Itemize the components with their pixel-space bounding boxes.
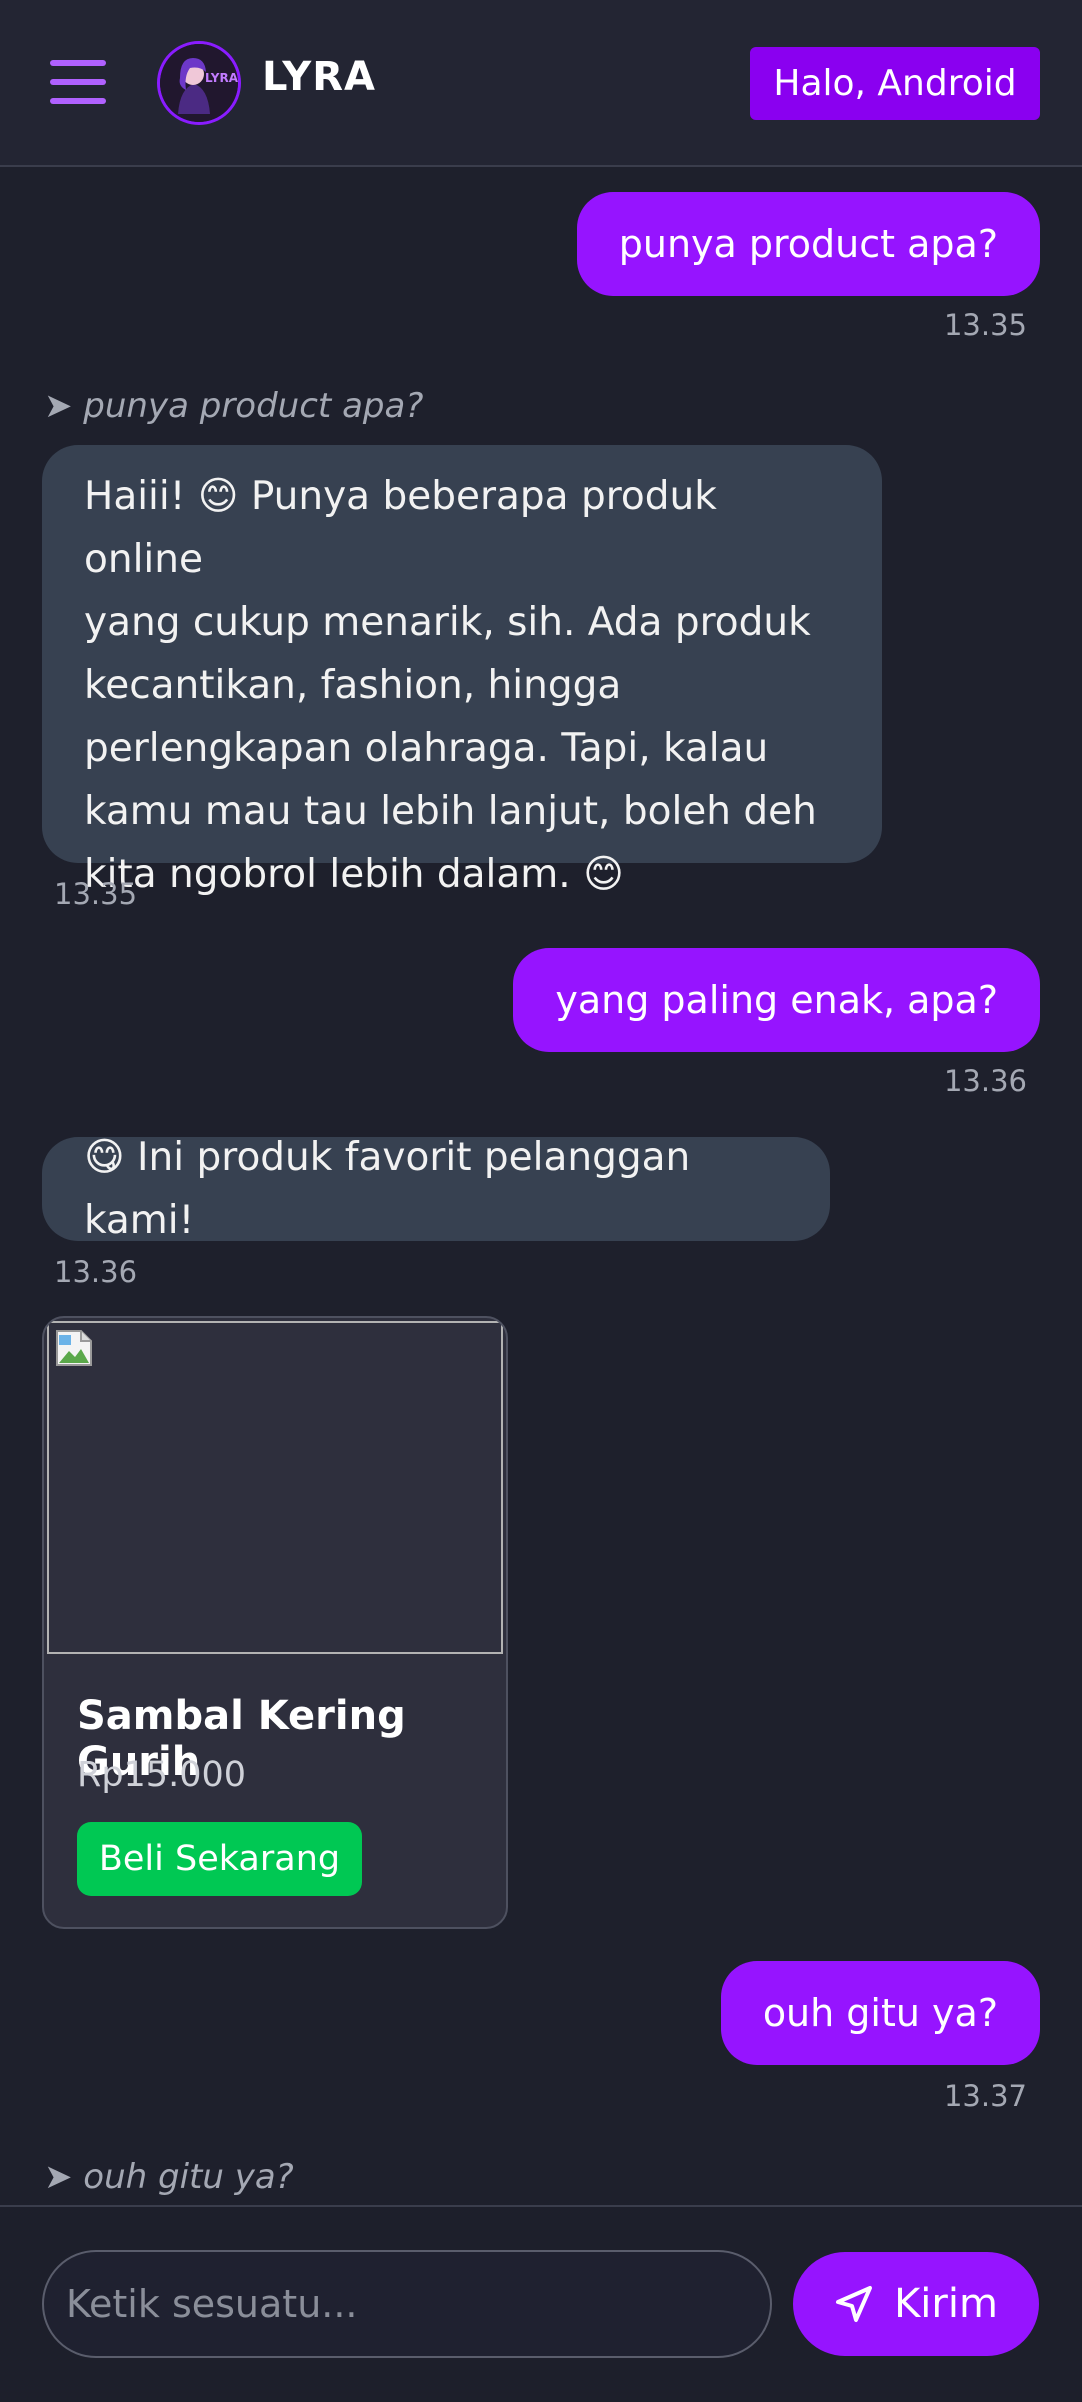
bot-message-line: kita ngobrol lebih dalam. 😊 — [84, 852, 624, 897]
message-timestamp: 13.36 — [54, 1255, 138, 1289]
message-timestamp: 13.37 — [943, 2079, 1027, 2113]
app-header: LYRA LYRA Halo, Android — [0, 0, 1082, 167]
send-arrow-icon — [836, 2286, 873, 2322]
user-message-bubble: ouh gitu ya? — [720, 1961, 1040, 2065]
message-timestamp: 13.35 — [943, 308, 1027, 342]
bot-message-bubble: Haiii! 😊 Punya beberapa produk online ya… — [42, 445, 882, 897]
app-brand-title: LYRA — [262, 54, 376, 100]
message-timestamp: 13.35 — [54, 877, 138, 911]
bot-message-line: yang cukup menarik, sih. Ada produk — [84, 600, 811, 645]
bot-message-line: perlengkapan olahraga. Tapi, kalau — [84, 726, 769, 771]
user-message-bubble: punya product apa? — [576, 192, 1040, 296]
message-composer: Kirim — [0, 2205, 1082, 2402]
product-price: Rp15.000 — [77, 1755, 247, 1795]
bot-message-line: kamu mau tau lebih lanjut, boleh deh — [84, 789, 817, 834]
quoted-user-message: ➤ ouh gitu ya? — [44, 2157, 294, 2197]
send-button-label: Kirim — [894, 2281, 998, 2327]
message-input[interactable] — [42, 2250, 772, 2358]
quoted-user-message: ➤ punya product apa? — [44, 386, 424, 426]
avatar-illustration-icon: LYRA — [160, 44, 238, 122]
product-image — [47, 1321, 503, 1654]
hamburger-menu-icon[interactable] — [50, 60, 106, 106]
bot-message-bubble: 😋 Ini produk favorit pelanggan kami! — [42, 1135, 830, 1243]
user-message-bubble: yang paling enak, apa? — [513, 948, 1040, 1052]
buy-now-button[interactable]: Beli Sekarang — [77, 1822, 362, 1896]
message-timestamp: 13.36 — [943, 1064, 1027, 1098]
broken-image-icon — [56, 1330, 92, 1366]
send-button[interactable]: Kirim — [793, 2252, 1039, 2356]
bot-message-line: kecantikan, fashion, hingga — [84, 663, 622, 708]
lyra-avatar: LYRA — [157, 41, 241, 125]
greeting-button[interactable]: Halo, Android — [750, 47, 1040, 120]
avatar-logo-text: LYRA — [205, 71, 238, 85]
product-card: Sambal Kering Gurih Rp15.000 Beli Sekara… — [42, 1316, 508, 1929]
bot-message-line: Haiii! 😊 Punya beberapa produk online — [84, 474, 717, 582]
